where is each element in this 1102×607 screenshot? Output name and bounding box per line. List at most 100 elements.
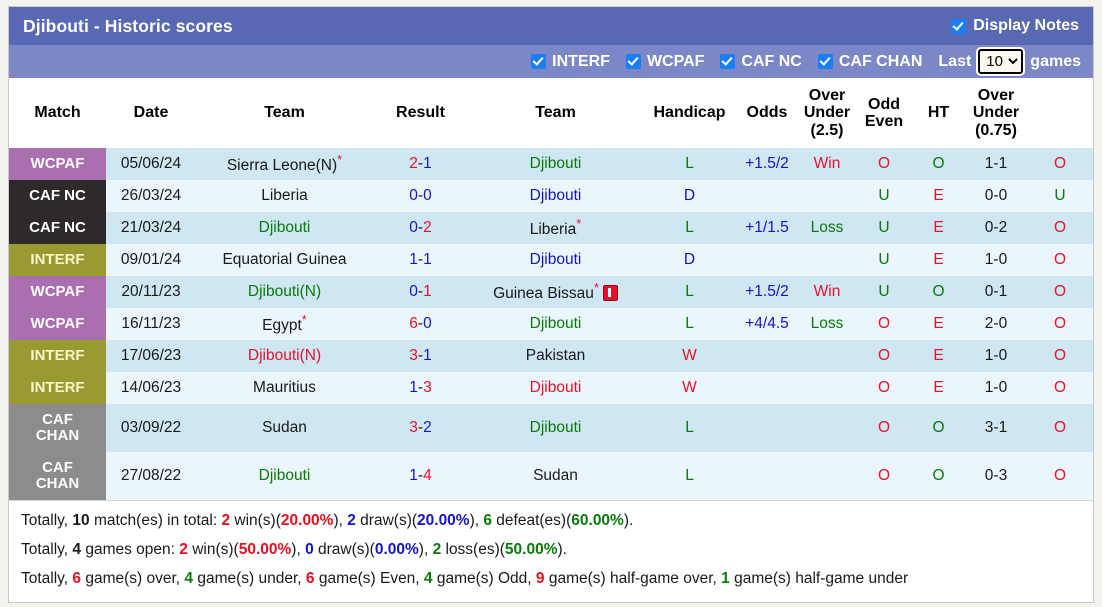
competition-badge[interactable]: INTERF [9, 340, 106, 372]
competition-badge[interactable]: CAF CHAN [9, 452, 106, 500]
col-odd-even[interactable]: Odd Even [856, 78, 912, 148]
away-team: Djibouti [468, 404, 643, 452]
col-over-under-25[interactable]: Over Under (2.5) [798, 78, 856, 148]
col-handicap[interactable]: Handicap [643, 78, 736, 148]
handicap-value [736, 452, 798, 500]
col-result[interactable]: Result [373, 78, 468, 148]
home-away-star: * [301, 312, 307, 328]
display-notes-toggle[interactable]: Display Notes [951, 17, 1079, 35]
competition-badge-cell[interactable]: CAF CHAN [9, 404, 106, 452]
open-losses-pct: 50.00% [504, 541, 558, 558]
filter-interf[interactable]: INTERF [531, 53, 610, 71]
odds-result: Loss [798, 308, 856, 340]
table-row[interactable]: CAF CHAN 03/09/22 Sudan 3-2 Djibouti L O O 3-1 O [9, 404, 1093, 452]
competition-badge[interactable]: INTERF [9, 372, 106, 404]
caf-nc-checkbox[interactable] [720, 54, 736, 69]
scores-table-body: WCPAF 05/06/24 Sierra Leone(N)* 2-1 Djibouti… [9, 148, 1093, 500]
page-title: Djibouti - Historic scores [23, 15, 233, 36]
table-header-row: Match Date Team Result Team Handicap Odd… [9, 78, 1093, 148]
odds-result [798, 404, 856, 452]
col-team-home[interactable]: Team [196, 78, 373, 148]
competition-badge[interactable]: CAF NC [9, 180, 106, 212]
competition-badge-cell[interactable]: INTERF [9, 244, 106, 276]
over-under-25: U [856, 212, 912, 244]
total-wins: 2 [221, 512, 231, 529]
table-row[interactable]: WCPAF 16/11/23 Egypt* 6-0 Djibouti L +4/4.5 Los… [9, 308, 1093, 340]
table-row[interactable]: CAF CHAN 27/08/22 Djibouti 1-4 Sudan L O O 0-3 O [9, 452, 1093, 500]
handicap-value [736, 244, 798, 276]
filter-caf-chan[interactable]: CAF CHAN [817, 53, 922, 71]
games-count-select[interactable]: 10203050 [976, 47, 1026, 76]
over-under-075: O [1027, 404, 1093, 452]
games-label: games [1030, 52, 1081, 70]
total-defeats-pct: 60.00% [571, 512, 624, 529]
table-row[interactable]: WCPAF 20/11/23 Djibouti(N) 0-1 Guinea Bissau… [9, 276, 1093, 308]
competition-badge[interactable]: WCPAF [9, 148, 106, 180]
competition-badge-cell[interactable]: WCPAF [9, 308, 106, 340]
match-date: 26/03/24 [106, 180, 196, 212]
away-team: Liberia* [468, 212, 643, 244]
col-match[interactable]: Match [9, 78, 106, 148]
table-row[interactable]: INTERF 17/06/23 Djibouti(N) 3-1 Pakistan W O E 1… [9, 340, 1093, 372]
col-date[interactable]: Date [106, 78, 196, 148]
total-draws: 2 [347, 512, 356, 529]
filter-bar: INTERF WCPAF CAF NC CAF CHAN Last 102030… [9, 45, 1093, 78]
competition-badge[interactable]: CAF NC [9, 212, 106, 244]
home-team: Sudan [196, 404, 373, 452]
col-ht[interactable]: HT [912, 78, 965, 148]
result-wdl: L [643, 212, 736, 244]
competition-badge[interactable]: CAF CHAN [9, 404, 106, 452]
table-row[interactable]: INTERF 09/01/24 Equatorial Guinea 1-1 Djibou… [9, 244, 1093, 276]
result-wdl: L [643, 308, 736, 340]
odd-even: E [912, 308, 965, 340]
red-card-icon [602, 284, 618, 301]
over-under-075: O [1027, 276, 1093, 308]
competition-badge-cell[interactable]: CAF NC [9, 212, 106, 244]
col-over-under-075[interactable]: Over Under (0.75) [965, 78, 1027, 148]
table-row[interactable]: WCPAF 05/06/24 Sierra Leone(N)* 2-1 Djibouti… [9, 148, 1093, 180]
odds-result [798, 340, 856, 372]
table-row[interactable]: CAF NC 21/03/24 Djibouti 0-2 Liberia* L +1/1.5… [9, 212, 1093, 244]
filter-caf-nc[interactable]: CAF NC [720, 53, 802, 71]
competition-badge-cell[interactable]: CAF NC [9, 180, 106, 212]
match-result: 3-2 [373, 404, 468, 452]
competition-badge-cell[interactable]: INTERF [9, 372, 106, 404]
match-date: 09/01/24 [106, 244, 196, 276]
odd-even: E [912, 340, 965, 372]
display-notes-checkbox[interactable] [951, 18, 967, 34]
match-date: 21/03/24 [106, 212, 196, 244]
home-team: Djibouti(N) [196, 276, 373, 308]
away-team: Djibouti [468, 244, 643, 276]
table-row[interactable]: INTERF 14/06/23 Mauritius 1-3 Djibouti W O E 1-0… [9, 372, 1093, 404]
wcpaf-checkbox[interactable] [625, 54, 641, 69]
home-away-star: * [593, 280, 599, 296]
col-odds[interactable]: Odds [736, 78, 798, 148]
match-result: 6-0 [373, 308, 468, 340]
table-row[interactable]: CAF NC 26/03/24 Liberia 0-0 Djibouti D U E 0-0 U [9, 180, 1093, 212]
filter-wcpaf[interactable]: WCPAF [625, 52, 705, 71]
home-team: Liberia [196, 180, 373, 212]
wcpaf-label: WCPAF [646, 52, 705, 70]
caf-chan-checkbox[interactable] [817, 54, 833, 69]
competition-badge-cell[interactable]: WCPAF [9, 276, 106, 308]
competition-badge-cell[interactable]: WCPAF [9, 148, 106, 180]
competition-badge[interactable]: WCPAF [9, 276, 106, 308]
interf-checkbox[interactable] [531, 54, 547, 69]
competition-badge-cell[interactable]: INTERF [9, 340, 106, 372]
competition-badge-cell[interactable]: CAF CHAN [9, 452, 106, 500]
interf-label: INTERF [552, 52, 610, 70]
half-time-score: 1-1 [965, 148, 1027, 180]
last-label: Last [938, 52, 972, 70]
odds-result: Win [798, 148, 856, 180]
summary-line-total: Totally, 10 match(es) in total: 2 win(s)… [21, 512, 634, 529]
half-time-score: 0-1 [965, 276, 1027, 308]
half-time-score: 0-0 [965, 180, 1027, 212]
competition-badge[interactable]: INTERF [9, 244, 106, 276]
col-team-away[interactable]: Team [468, 78, 643, 148]
total-wins-pct: 20.00% [280, 512, 334, 529]
result-wdl: W [643, 372, 736, 404]
games-odd: 4 [423, 570, 433, 587]
odds-result [798, 452, 856, 500]
title-bar: Djibouti - Historic scores Display Notes [9, 7, 1093, 45]
competition-badge[interactable]: WCPAF [9, 308, 106, 340]
